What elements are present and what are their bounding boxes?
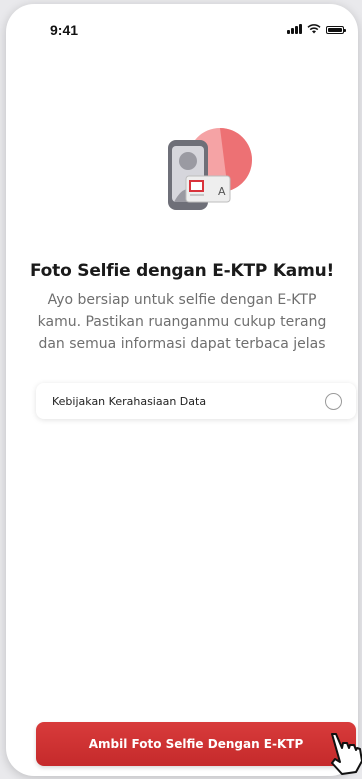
svg-text:A: A xyxy=(218,185,226,198)
privacy-policy-label: Kebijakan Kerahasiaan Data xyxy=(52,394,207,408)
status-icons xyxy=(287,24,346,34)
take-selfie-button-label: Ambil Foto Selfie Dengan E-KTP xyxy=(88,737,304,751)
privacy-policy-radio[interactable] xyxy=(325,392,342,410)
selfie-ektp-illustration: A xyxy=(168,128,252,210)
status-time: 9:41 xyxy=(50,22,79,38)
privacy-policy-option[interactable]: Kebijakan Kerahasiaan Data xyxy=(36,383,356,419)
wifi-icon xyxy=(307,24,321,34)
take-selfie-button[interactable]: Ambil Foto Selfie Dengan E-KTP xyxy=(36,722,356,766)
battery-icon xyxy=(326,26,346,34)
page-description: Ayo bersiap untuk selfie dengan E-KTP ka… xyxy=(37,292,327,352)
page-title: Foto Selfie dengan E-KTP Kamu! xyxy=(29,261,335,281)
signal-icon xyxy=(287,24,302,34)
phone-screen: 9:41 A Foto Selfie dengan E-KTP Kamu! Ay… xyxy=(6,4,358,776)
hand-pointer-icon xyxy=(331,733,362,775)
status-bar: 9:41 xyxy=(6,4,358,54)
